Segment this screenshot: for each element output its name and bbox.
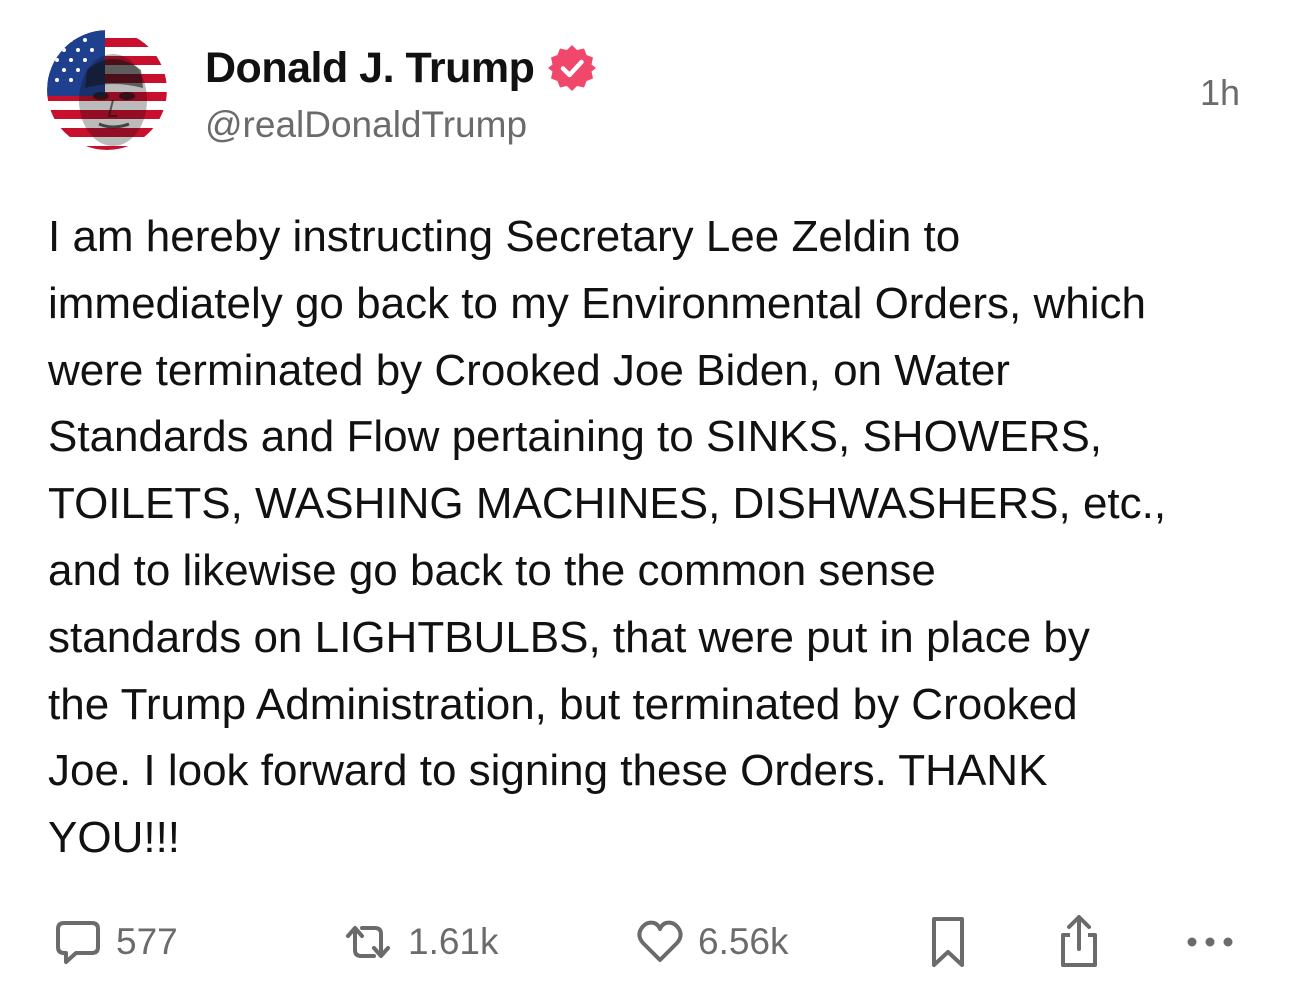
verified-badge-icon	[546, 42, 598, 94]
like-count: 6.56k	[698, 921, 789, 962]
post-body-text: I am hereby instructing Secretary Lee Ze…	[48, 212, 1167, 863]
reply-count: 577	[116, 921, 178, 962]
repost-count: 1.61k	[408, 921, 499, 962]
post-timestamp[interactable]: 1h	[1200, 72, 1240, 114]
repost-button[interactable]: 1.61k	[340, 912, 499, 972]
more-icon	[1182, 916, 1238, 968]
bookmark-icon	[924, 914, 972, 970]
share-button[interactable]	[1053, 912, 1105, 972]
author-handle[interactable]: @realDonaldTrump	[205, 104, 527, 146]
heart-icon	[634, 916, 686, 968]
author-display-name[interactable]: Donald J. Trump	[205, 44, 535, 93]
bookmark-button[interactable]	[924, 912, 972, 972]
author-name-row: Donald J. Trump	[205, 40, 598, 96]
reply-button[interactable]: 577	[52, 912, 178, 972]
flag-portrait-avatar	[47, 30, 167, 150]
reply-icon	[52, 916, 104, 968]
repost-icon	[340, 916, 396, 968]
more-options-button[interactable]	[1182, 912, 1238, 972]
like-button[interactable]: 6.56k	[634, 912, 789, 972]
author-avatar[interactable]	[47, 30, 167, 150]
post-action-bar: 577 1.61k 6.56k	[0, 912, 1290, 972]
share-icon	[1053, 913, 1105, 971]
post-card: Donald J. Trump @realDonaldTrump 1h I am…	[0, 0, 1290, 996]
